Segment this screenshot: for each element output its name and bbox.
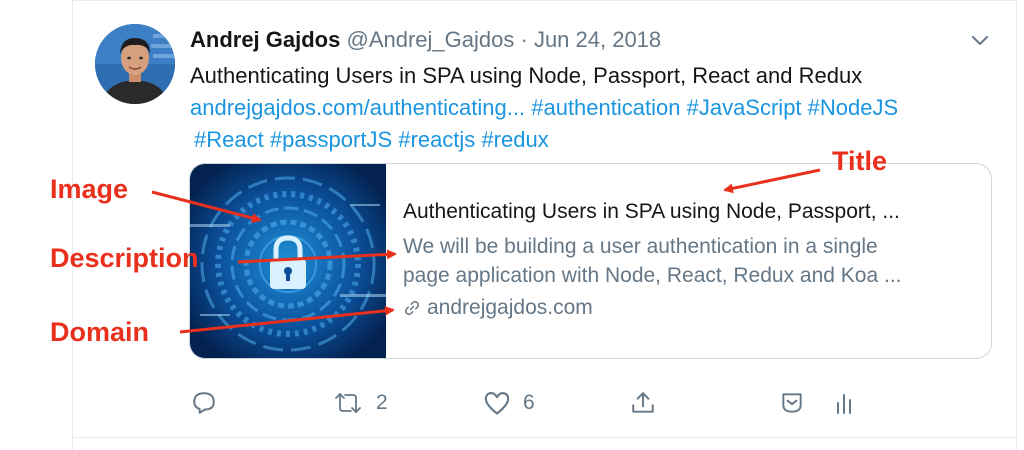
analytics-button[interactable] xyxy=(832,388,856,418)
reply-button[interactable] xyxy=(191,388,217,418)
retweet-button[interactable]: 2 xyxy=(332,388,388,418)
bookmark-button[interactable] xyxy=(779,388,805,418)
retweet-count: 2 xyxy=(376,391,388,414)
arrow-description xyxy=(237,249,397,264)
reply-icon xyxy=(193,392,215,414)
share-button[interactable] xyxy=(630,388,656,418)
annotation-arrows xyxy=(151,168,821,334)
arrow-title xyxy=(723,168,821,194)
share-icon xyxy=(632,392,654,413)
analytics-icon xyxy=(837,394,851,414)
like-count: 6 xyxy=(523,391,535,414)
like-button[interactable]: 6 xyxy=(483,388,535,418)
retweet-icon xyxy=(335,393,361,413)
bookmark-icon xyxy=(782,393,802,413)
heart-icon xyxy=(484,392,510,415)
arrow-domain xyxy=(179,305,395,334)
arrow-image xyxy=(151,190,262,223)
